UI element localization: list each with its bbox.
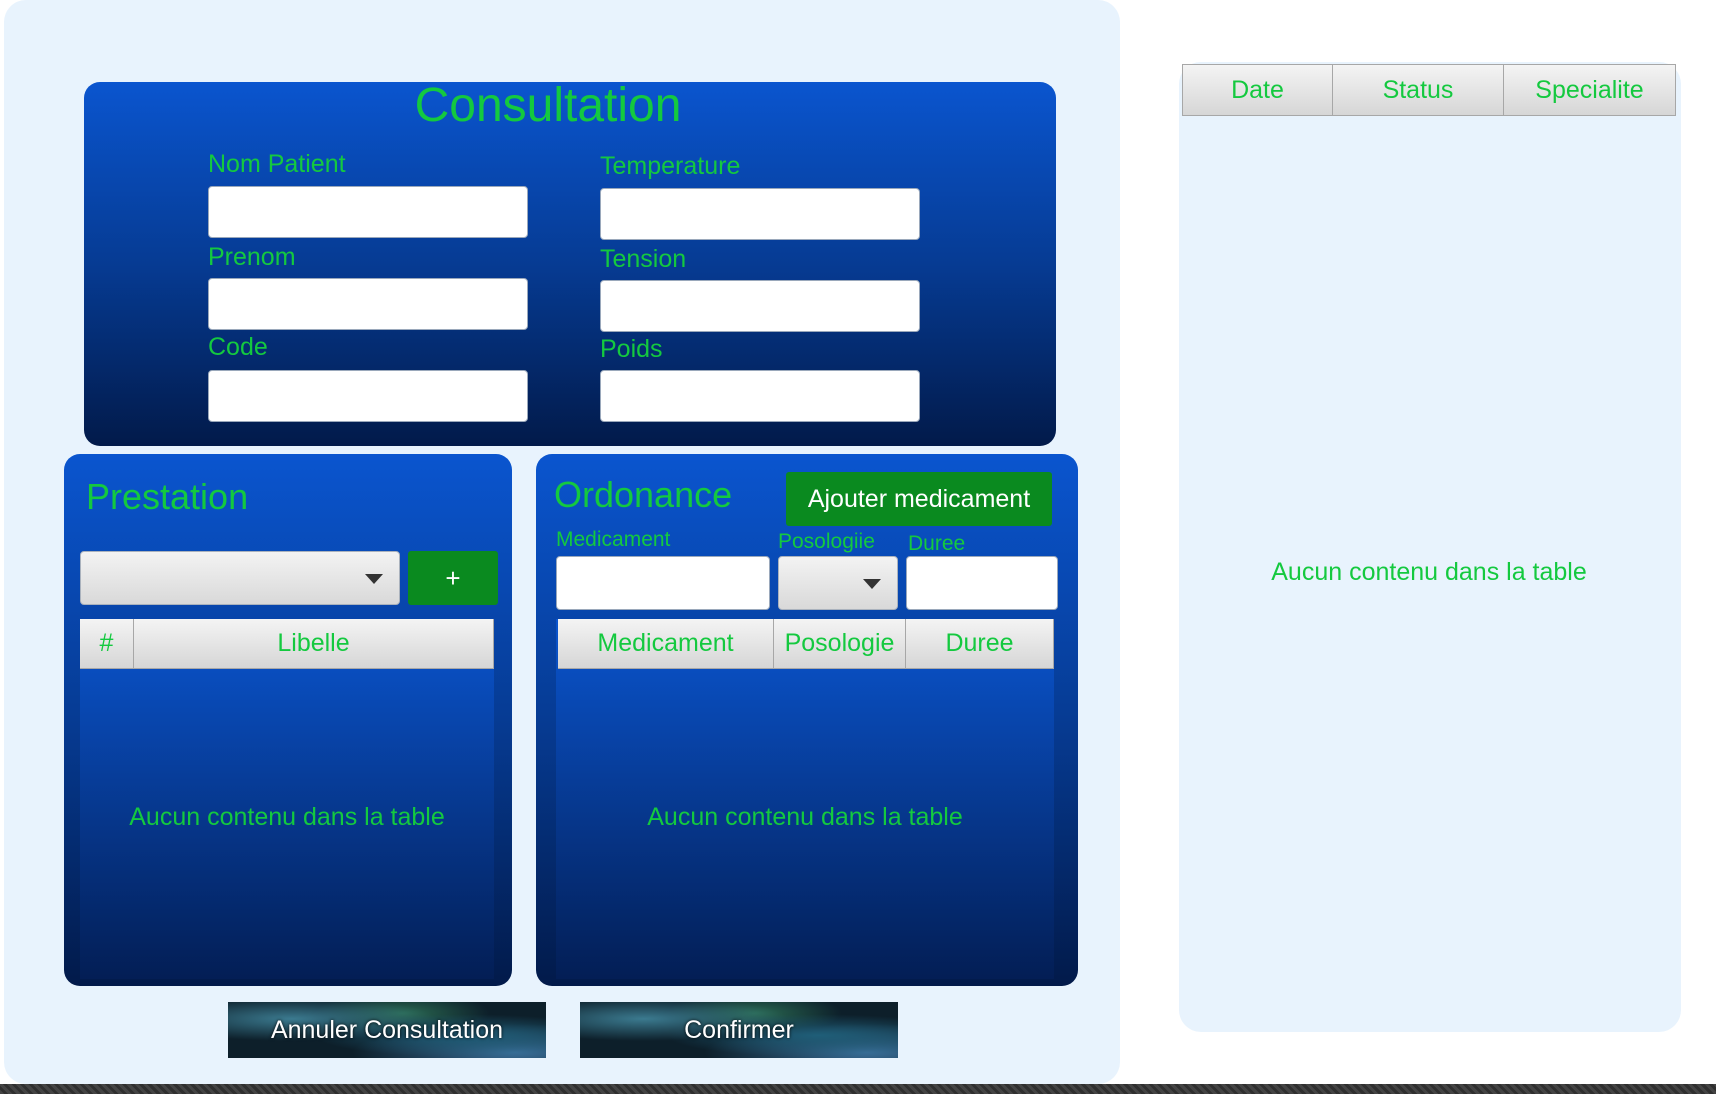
nom-patient-label: Nom Patient [208,150,346,178]
duree-label: Duree [908,532,966,555]
prestation-table: # Libelle Aucun contenu dans la table [80,619,494,979]
column-header-duree[interactable]: Duree [906,619,1054,669]
chevron-down-icon [365,574,383,584]
ordonance-title: Ordonance [554,474,733,515]
prenom-input[interactable] [208,278,528,330]
ordonance-table: Medicament Posologie Duree Aucun contenu… [556,619,1054,979]
prestation-select[interactable] [80,551,400,605]
temperature-input[interactable] [600,188,920,240]
column-header-posologie[interactable]: Posologie [774,619,906,669]
column-header-date[interactable]: Date [1182,64,1333,116]
tension-label: Tension [600,245,687,273]
poids-input[interactable] [600,370,920,422]
code-label: Code [208,333,268,361]
column-header-number[interactable]: # [80,619,134,669]
prestation-empty-placeholder: Aucun contenu dans la table [129,803,445,831]
temperature-label: Temperature [600,152,741,180]
duree-input[interactable] [906,556,1058,610]
medicament-label: Medicament [556,528,671,551]
cancel-consultation-button[interactable]: Annuler Consultation [228,1002,546,1058]
add-medicament-button[interactable]: Ajouter medicament [786,472,1052,526]
poids-label: Poids [600,335,663,363]
history-empty-placeholder: Aucun contenu dans la table [1271,558,1587,586]
add-prestation-button[interactable]: + [408,551,498,605]
confirm-button[interactable]: Confirmer [580,1002,898,1058]
prestation-title: Prestation [86,476,249,517]
window-bottom-bar [0,1084,1716,1094]
tension-input[interactable] [600,280,920,332]
column-header-libelle[interactable]: Libelle [134,619,494,669]
nom-patient-input[interactable] [208,186,528,238]
code-input[interactable] [208,370,528,422]
column-header-status[interactable]: Status [1333,64,1504,116]
posologie-label: Posologiie [778,530,875,553]
ordonance-empty-placeholder: Aucun contenu dans la table [647,803,963,831]
column-header-medicament[interactable]: Medicament [558,619,774,669]
posologie-select[interactable] [778,556,898,610]
chevron-down-icon [863,579,881,589]
medicament-input[interactable] [556,556,770,610]
prenom-label: Prenom [208,243,296,271]
column-header-specialite[interactable]: Specialite [1504,64,1676,116]
history-panel [1179,62,1681,1032]
consultation-title: Consultation [414,79,682,132]
